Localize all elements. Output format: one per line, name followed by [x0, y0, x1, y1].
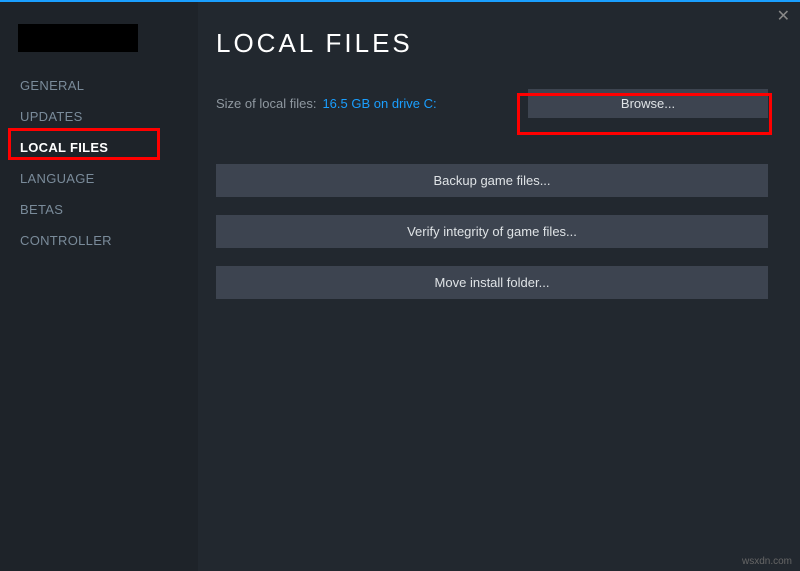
size-label: Size of local files: — [216, 96, 316, 111]
game-title-redacted — [18, 24, 138, 52]
sidebar-item-updates[interactable]: UPDATES — [0, 101, 198, 132]
backup-button[interactable]: Backup game files... — [216, 164, 768, 197]
sidebar: GENERAL UPDATES LOCAL FILES LANGUAGE BET… — [0, 2, 198, 571]
verify-button[interactable]: Verify integrity of game files... — [216, 215, 768, 248]
close-icon[interactable]: ✕ — [777, 6, 790, 26]
browse-button[interactable]: Browse... — [528, 89, 768, 118]
sidebar-item-language[interactable]: LANGUAGE — [0, 163, 198, 194]
page-title: LOCAL FILES — [216, 28, 768, 59]
size-value: 16.5 GB on drive C: — [322, 96, 436, 111]
move-button[interactable]: Move install folder... — [216, 266, 768, 299]
sidebar-item-controller[interactable]: CONTROLLER — [0, 225, 198, 256]
content-panel: LOCAL FILES Size of local files: 16.5 GB… — [198, 2, 800, 571]
sidebar-item-betas[interactable]: BETAS — [0, 194, 198, 225]
sidebar-item-general[interactable]: GENERAL — [0, 70, 198, 101]
size-row: Size of local files: 16.5 GB on drive C:… — [216, 89, 768, 118]
sidebar-item-local-files[interactable]: LOCAL FILES — [0, 132, 198, 163]
watermark: wsxdn.com — [742, 556, 792, 567]
